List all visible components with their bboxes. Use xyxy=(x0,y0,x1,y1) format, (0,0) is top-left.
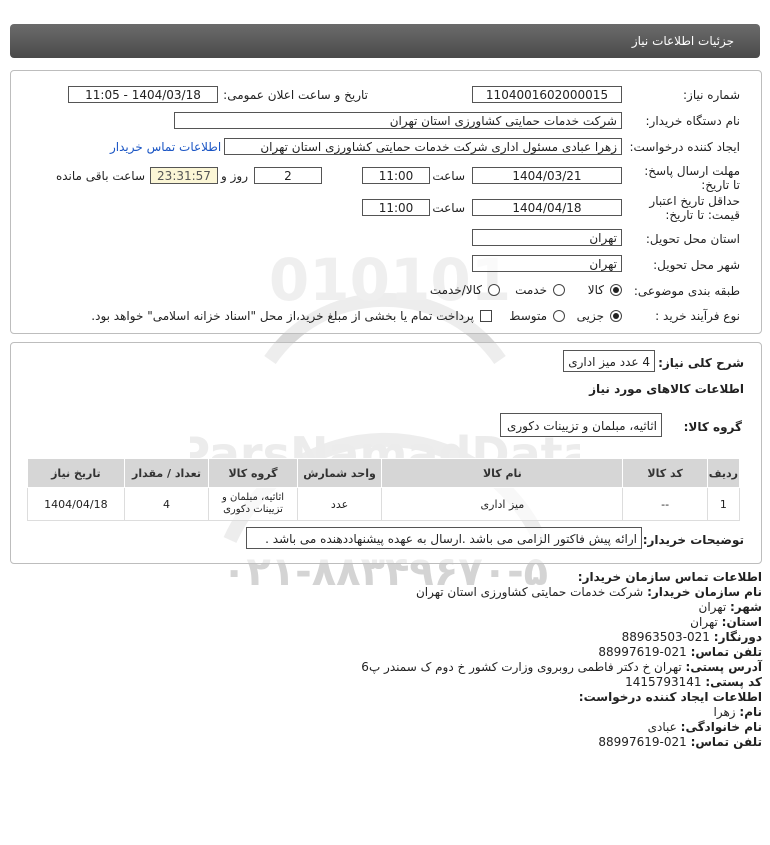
process-option-minor: جزیی xyxy=(576,309,604,323)
th-qty: تعداد / مقدار xyxy=(123,458,210,488)
buyer-contact-link[interactable]: اطلاعات تماس خریدار xyxy=(110,140,221,154)
validity-time-label: ساعت xyxy=(432,201,465,215)
org-contact-title: اطلاعات تماس سازمان خریدار: xyxy=(577,570,762,584)
days-label: روز و xyxy=(221,169,248,183)
days-field: 2 xyxy=(254,167,322,184)
buyer-notes-label: توضیحات خریدار: xyxy=(642,533,744,547)
payment-note: پرداخت تمام یا بخشی از مبلغ خرید،از محل … xyxy=(91,309,474,323)
phone-line: تلفن تماس: 021-88997619 xyxy=(598,645,762,659)
reply-time-field: 11:00 xyxy=(362,167,430,184)
address-line: آدرس پستی: تهران خ دکتر فاطمی روبروی وزا… xyxy=(361,660,762,674)
th-date: تاریخ نیاز xyxy=(27,458,125,488)
buyer-org-label: نام دستگاه خریدار: xyxy=(645,114,741,128)
goods-group-field: اثاثیه، مبلمان و تزیینات دکوری xyxy=(500,413,662,437)
cell-group: اثاثیه، مبلمان و تزیینات دکوری xyxy=(208,487,298,521)
cell-code: -- xyxy=(622,487,708,521)
cell-unit: عدد xyxy=(296,487,383,521)
remaining-label: ساعت باقی مانده xyxy=(55,169,145,183)
postal-line: کد پستی: 1415793141 xyxy=(625,675,762,689)
category-label: طبقه بندی موضوعی: xyxy=(633,284,740,298)
validity-date-field: 1404/04/18 xyxy=(472,199,622,216)
category-option-goods: کالا xyxy=(587,283,604,297)
city-line: شهر: تهران xyxy=(698,600,762,614)
category-radio-both[interactable] xyxy=(488,284,500,296)
remaining-time-field: 23:31:57 xyxy=(150,167,218,184)
price-validity-label: حداقل تاریخ اعتبار قیمت: تا تاریخ: xyxy=(649,194,740,222)
th-row: ردیف xyxy=(706,458,741,488)
creator-phone-line: تلفن تماس: 021-88997619 xyxy=(598,735,762,749)
th-code: کد کالا xyxy=(622,458,708,488)
cell-date: 1404/04/18 xyxy=(27,487,125,521)
category-option-both: کالا/خدمت xyxy=(429,283,482,297)
page-header: جزئیات اطلاعات نیاز xyxy=(10,24,760,58)
creator-label: ایجاد کننده درخواست: xyxy=(629,140,740,154)
reply-deadline-label: مهلت ارسال پاسخ: تا تاریخ: xyxy=(644,164,740,192)
delivery-city-label: شهر محل تحویل: xyxy=(653,258,740,272)
process-radio-minor[interactable] xyxy=(610,310,622,322)
cell-qty: 4 xyxy=(123,487,210,521)
category-radio-goods[interactable] xyxy=(610,284,622,296)
goods-info-title: اطلاعات کالاهای مورد نیاز xyxy=(589,382,744,396)
contact-section: اطلاعات تماس سازمان خریدار: نام سازمان خ… xyxy=(361,570,762,750)
buyer-name-line: نام سازمان خریدار: شرکت خدمات حمایتی کشا… xyxy=(415,585,762,599)
creator-contact-title: اطلاعات ایجاد کننده درخواست: xyxy=(578,690,762,704)
process-option-medium: متوسط xyxy=(509,309,547,323)
need-number-field: 1104001602000015 xyxy=(472,86,622,103)
th-group: گروه کالا xyxy=(208,458,298,488)
delivery-province-field: تهران xyxy=(472,229,622,246)
delivery-city-field: تهران xyxy=(472,255,622,272)
th-name: نام کالا xyxy=(381,458,624,488)
validity-time-field: 11:00 xyxy=(362,199,430,216)
process-radio-medium[interactable] xyxy=(553,310,565,322)
buyer-notes-field: ارائه پیش فاکتور الزامی می باشد .ارسال ب… xyxy=(246,527,642,549)
cell-row: 1 xyxy=(706,487,741,521)
fax-line: دورنگار: 021-88963503 xyxy=(621,630,762,644)
goods-group-label: گروه کالا: xyxy=(683,420,742,434)
first-name-line: نام: زهرا xyxy=(713,705,762,719)
page-title: جزئیات اطلاعات نیاز xyxy=(631,34,734,48)
reply-date-field: 1404/03/21 xyxy=(472,167,622,184)
announce-label: تاریخ و ساعت اعلان عمومی: xyxy=(223,88,368,102)
announce-field: 1404/03/18 - 11:05 xyxy=(68,86,218,103)
th-unit: واحد شمارش xyxy=(296,458,383,488)
process-label: نوع فرآیند خرید : xyxy=(655,309,740,323)
goods-table: ردیف کد کالا نام کالا واحد شمارش گروه کا… xyxy=(27,458,741,521)
last-name-line: نام خانوادگی: عبادی xyxy=(647,720,762,734)
cell-name: میز اداری xyxy=(381,487,624,521)
treasury-checkbox[interactable] xyxy=(480,310,492,322)
category-option-service: خدمت xyxy=(515,283,547,297)
category-radio-service[interactable] xyxy=(553,284,565,296)
table-row: 1 -- میز اداری عدد اثاثیه، مبلمان و تزیی… xyxy=(27,487,741,521)
summary-label: شرح کلی نیاز: xyxy=(658,356,744,370)
summary-field: 4 عدد میز اداری xyxy=(563,350,655,372)
need-number-label: شماره نیاز: xyxy=(683,88,740,102)
reply-time-label: ساعت xyxy=(432,169,465,183)
creator-field: زهرا عبادی مسئول اداری شرکت خدمات حمایتی… xyxy=(224,138,622,155)
buyer-org-field: شرکت خدمات حمایتی کشاورزی استان تهران xyxy=(174,112,622,129)
delivery-province-label: استان محل تحویل: xyxy=(645,232,740,246)
province-line: استان: تهران xyxy=(690,615,762,629)
